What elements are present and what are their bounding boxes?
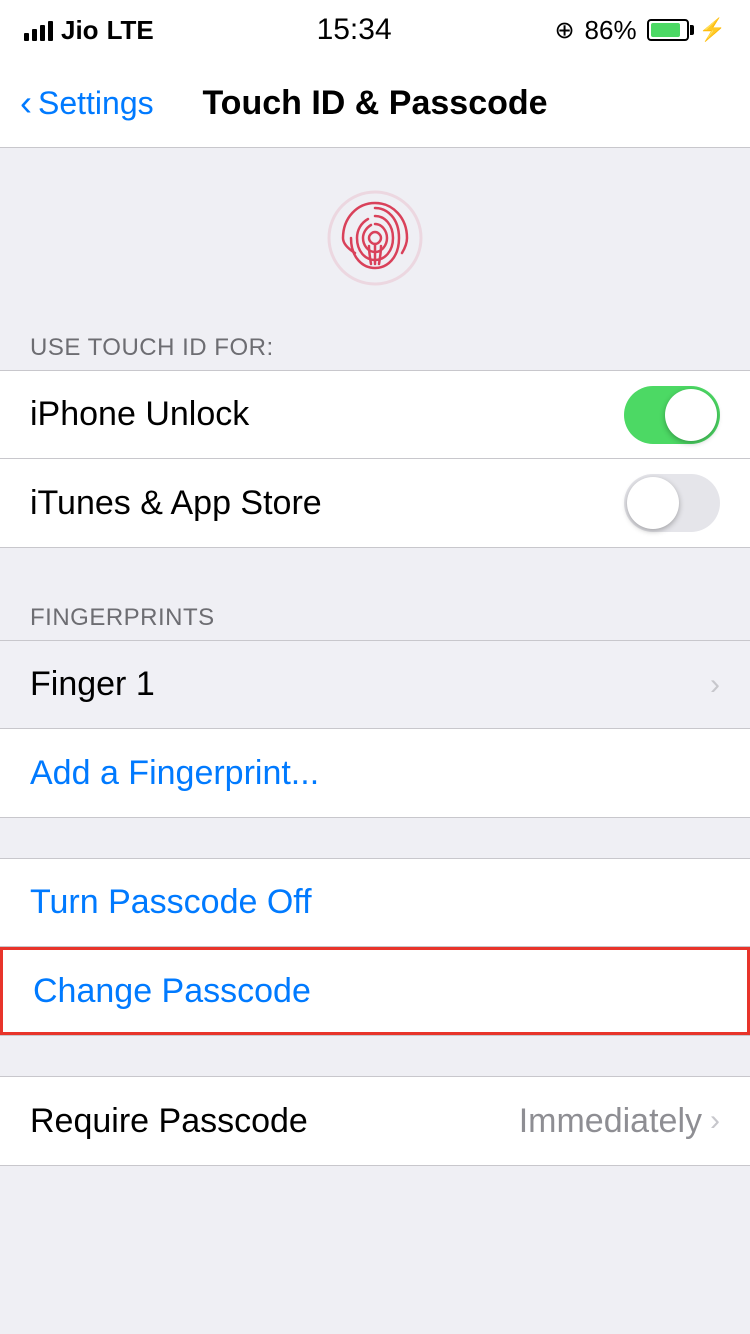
fingerprint-icon <box>325 188 425 288</box>
require-passcode-value: Immediately <box>519 1102 702 1141</box>
require-passcode-value-container: Immediately › <box>519 1102 720 1141</box>
iphone-unlock-row: iPhone Unlock <box>0 371 750 459</box>
iphone-unlock-toggle[interactable] <box>624 386 720 444</box>
back-button[interactable]: ‹ Settings <box>20 84 154 124</box>
require-passcode-row[interactable]: Require Passcode Immediately › <box>0 1077 750 1165</box>
iphone-unlock-label: iPhone Unlock <box>30 395 249 434</box>
change-passcode-label: Change Passcode <box>33 972 311 1011</box>
fingerprints-section-label: FINGERPRINTS <box>0 588 750 640</box>
network-type-label: LTE <box>107 15 154 46</box>
touch-id-icon-section <box>0 148 750 318</box>
add-fingerprint-label: Add a Fingerprint... <box>30 754 319 793</box>
charging-icon: ⚡ <box>699 17 726 43</box>
require-passcode-chevron-icon: › <box>710 1104 720 1138</box>
turn-passcode-off-row[interactable]: Turn Passcode Off <box>0 859 750 947</box>
status-right: ⊕ 86% ⚡ <box>554 15 726 46</box>
finger1-chevron-icon: › <box>710 668 720 702</box>
time-label: 15:34 <box>317 13 392 47</box>
spacer-2 <box>0 818 750 858</box>
finger1-label: Finger 1 <box>30 665 155 704</box>
status-left: Jio LTE <box>24 15 154 46</box>
touch-id-section-label: USE TOUCH ID FOR: <box>0 318 750 370</box>
touch-id-group: iPhone Unlock iTunes & App Store <box>0 370 750 548</box>
status-bar: Jio LTE 15:34 ⊕ 86% ⚡ <box>0 0 750 60</box>
battery-percent-label: 86% <box>585 15 637 46</box>
add-fingerprint-row[interactable]: Add a Fingerprint... <box>0 729 750 817</box>
carrier-label: Jio <box>61 15 99 46</box>
spacer-3 <box>0 1036 750 1076</box>
rotation-lock-icon: ⊕ <box>554 16 574 45</box>
back-label: Settings <box>38 85 154 122</box>
nav-bar: ‹ Settings Touch ID & Passcode <box>0 60 750 148</box>
finger1-row[interactable]: Finger 1 › <box>0 641 750 729</box>
battery-icon <box>647 19 689 41</box>
require-passcode-group: Require Passcode Immediately › <box>0 1076 750 1166</box>
page-title: Touch ID & Passcode <box>202 84 547 123</box>
passcode-group: Turn Passcode Off Change Passcode <box>0 858 750 1036</box>
itunes-appstore-label: iTunes & App Store <box>30 484 322 523</box>
itunes-appstore-toggle[interactable] <box>624 474 720 532</box>
spacer-1 <box>0 548 750 588</box>
require-passcode-label: Require Passcode <box>30 1102 308 1141</box>
fingerprints-group: Finger 1 › Add a Fingerprint... <box>0 640 750 818</box>
back-chevron-icon: ‹ <box>20 82 32 124</box>
change-passcode-row[interactable]: Change Passcode <box>0 947 750 1035</box>
itunes-appstore-row: iTunes & App Store <box>0 459 750 547</box>
signal-icon <box>24 19 53 41</box>
turn-passcode-off-label: Turn Passcode Off <box>30 883 312 922</box>
